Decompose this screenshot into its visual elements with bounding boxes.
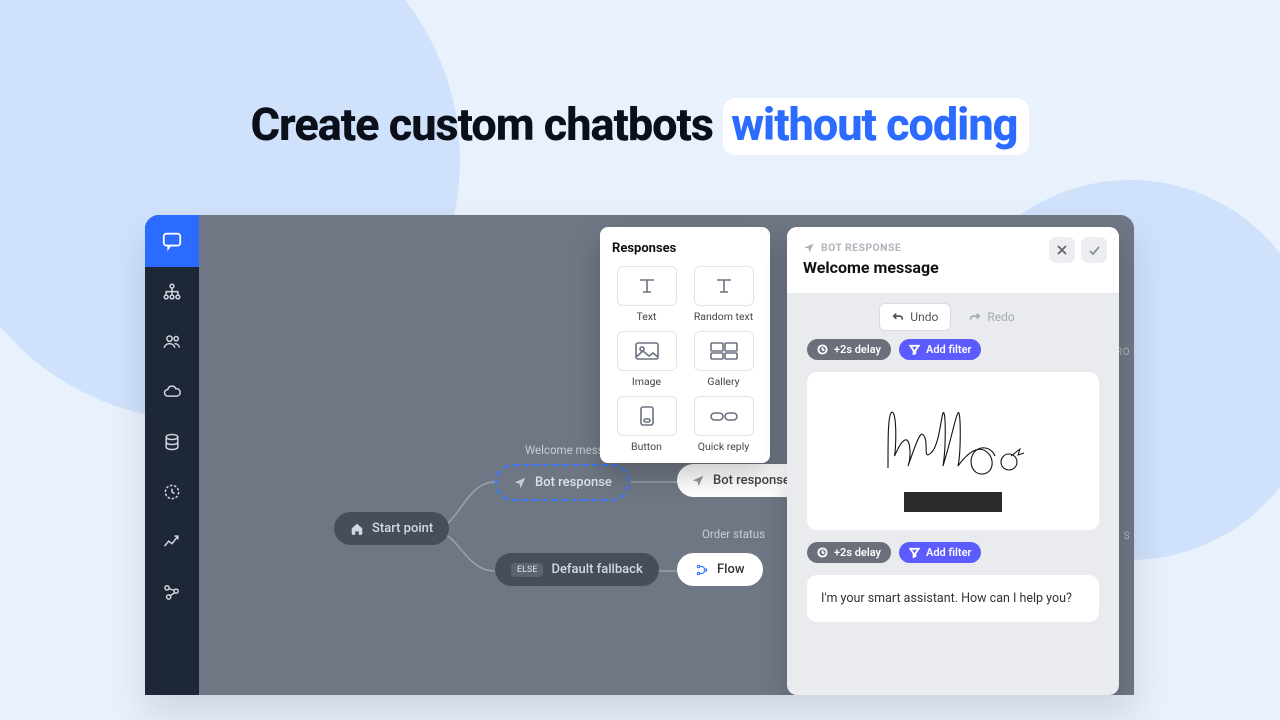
- image-icon: [630, 340, 664, 362]
- sidebar: [145, 215, 199, 695]
- panel-header: BOT RESPONSE Welcome message: [787, 227, 1119, 293]
- chat-icon: [161, 230, 183, 252]
- check-icon: [1088, 244, 1101, 257]
- message-text: I'm your smart assistant. How can I help…: [821, 591, 1072, 606]
- nav-analytics[interactable]: [145, 517, 199, 567]
- node-label: Bot response: [713, 473, 790, 488]
- response-quick-reply[interactable]: Quick reply: [689, 396, 758, 453]
- responses-popover: Responses Text Random text Image Gallery…: [600, 227, 770, 463]
- else-badge: ELSE: [511, 563, 543, 577]
- node-label: Bot response: [535, 475, 612, 490]
- nav-flows[interactable]: [145, 267, 199, 317]
- undo-icon: [892, 311, 904, 323]
- home-icon: [350, 522, 364, 536]
- nav-ai[interactable]: [145, 367, 199, 417]
- clock-icon: [162, 482, 182, 502]
- clock-icon: [817, 547, 828, 558]
- node-bot-response-selected[interactable]: Bot response: [495, 464, 630, 501]
- app-logo[interactable]: [145, 215, 199, 267]
- image-block[interactable]: [807, 372, 1099, 530]
- clock-icon: [817, 344, 828, 355]
- text-block[interactable]: I'm your smart assistant. How can I help…: [807, 575, 1099, 622]
- nav-history[interactable]: [145, 467, 199, 517]
- confirm-button[interactable]: [1081, 237, 1107, 263]
- delay-chip[interactable]: +2s delay: [807, 339, 891, 360]
- send-icon: [803, 242, 815, 254]
- trend-icon: [162, 532, 182, 552]
- response-text[interactable]: Text: [612, 266, 681, 323]
- panel-toolbar: Undo Redo: [787, 293, 1119, 339]
- node-flow[interactable]: Flow: [677, 553, 763, 586]
- node-label: Default fallback: [551, 562, 642, 577]
- database-icon: [162, 432, 182, 452]
- send-icon: [513, 476, 527, 490]
- delay-chip[interactable]: +2s delay: [807, 542, 891, 563]
- response-image[interactable]: Image: [612, 331, 681, 388]
- node-fallback[interactable]: ELSE Default fallback: [495, 553, 659, 586]
- nodes-icon: [162, 582, 182, 602]
- popover-title: Responses: [612, 241, 758, 256]
- add-filter-chip[interactable]: Add filter: [899, 542, 981, 563]
- hello-image: [873, 398, 1033, 488]
- nav-data[interactable]: [145, 417, 199, 467]
- node-label: Flow: [717, 562, 745, 577]
- filter-icon: [909, 344, 920, 355]
- gallery-icon: [707, 340, 741, 362]
- response-gallery[interactable]: Gallery: [689, 331, 758, 388]
- redo-icon: [969, 311, 981, 323]
- filter-icon: [909, 547, 920, 558]
- close-button[interactable]: [1049, 237, 1075, 263]
- users-icon: [162, 332, 182, 352]
- stub-label: S: [1124, 531, 1130, 542]
- add-filter-chip[interactable]: Add filter: [899, 339, 981, 360]
- hierarchy-icon: [162, 282, 182, 302]
- send-icon: [691, 474, 705, 488]
- text-icon: [630, 275, 664, 297]
- button-icon: [630, 405, 664, 427]
- undo-button[interactable]: Undo: [879, 303, 951, 331]
- node-caption-order: Order status: [702, 527, 765, 541]
- nav-users[interactable]: [145, 317, 199, 367]
- branch-icon: [695, 563, 709, 577]
- cloud-icon: [162, 382, 182, 402]
- editor-panel: BOT RESPONSE Welcome message Undo Redo +…: [787, 227, 1119, 695]
- response-random-text[interactable]: Random text: [689, 266, 758, 323]
- redo-button[interactable]: Redo: [957, 303, 1026, 331]
- hero-headline: Create custom chatbots without coding: [0, 98, 1280, 151]
- close-icon: [1056, 244, 1068, 256]
- response-button[interactable]: Button: [612, 396, 681, 453]
- node-bot-response[interactable]: Bot response: [677, 464, 804, 497]
- node-label: Start point: [372, 521, 433, 536]
- app-window: Start point Welcome message Bot response…: [145, 215, 1134, 695]
- node-start[interactable]: Start point: [334, 512, 449, 545]
- quick-reply-icon: [707, 405, 741, 427]
- text-icon: [707, 275, 741, 297]
- nav-integrations[interactable]: [145, 567, 199, 617]
